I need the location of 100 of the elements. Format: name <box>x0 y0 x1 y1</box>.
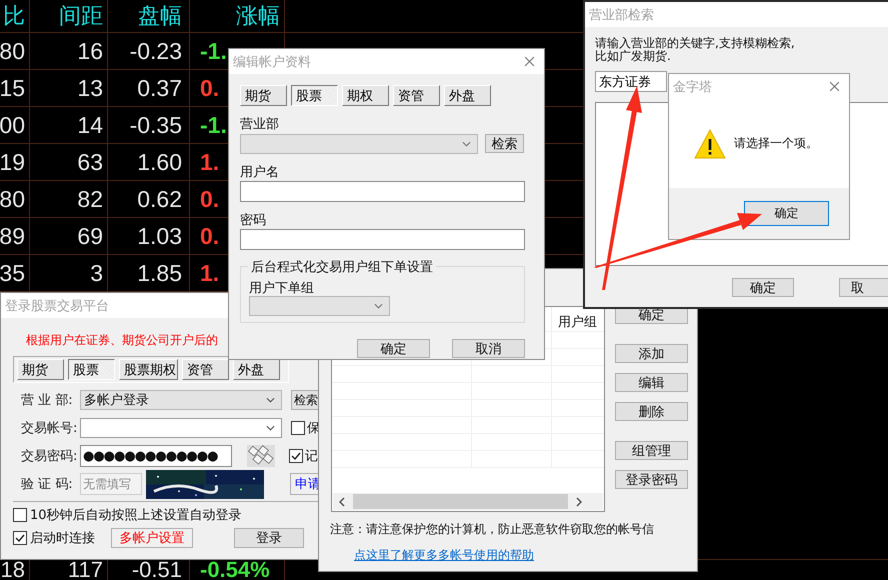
column-header: 涨幅 <box>190 0 285 32</box>
table-cell: 13 <box>30 70 108 106</box>
field-label: 用户下单组 <box>249 280 315 295</box>
field-label: 密码 <box>240 212 267 228</box>
table-cell: 1. <box>200 260 220 286</box>
field-label: 交易密码: <box>20 448 78 465</box>
table-cell: 0.62 <box>108 181 190 217</box>
group-title: 后台程式化交易用户组下单设置 <box>248 258 436 276</box>
horizontal-scrollbar[interactable] <box>333 493 603 510</box>
table-cell: 1.60 <box>108 144 190 180</box>
table-cell: 15 <box>0 70 30 106</box>
table-cell: 69 <box>30 218 108 254</box>
note-text: 注意：请注意保护您的计算机，防止恶意软件窃取您的帐号信 <box>329 521 655 538</box>
password-field[interactable] <box>240 229 525 250</box>
checkbox[interactable] <box>13 508 27 522</box>
action-button[interactable]: 添加 <box>615 344 688 363</box>
column-header: 比 <box>0 0 30 32</box>
tab[interactable]: 资管 <box>393 85 440 106</box>
notice-text: 根据用户在证券、期货公司开户后的 <box>25 332 219 348</box>
search-button[interactable]: 检索 <box>485 134 524 153</box>
action-button[interactable]: 登录密码 <box>615 470 688 489</box>
table-cell: 80 <box>0 33 30 69</box>
help-link[interactable]: 点这里了解更多多帐号使用的帮助 <box>354 547 534 564</box>
table-cell: -1. <box>200 38 227 64</box>
search-button[interactable]: 检索 <box>291 390 319 410</box>
login-button[interactable]: 登录 <box>234 528 304 548</box>
table-cell: 63 <box>30 144 108 180</box>
table-cell: -0.54% <box>200 560 270 580</box>
chevron-down-icon <box>266 425 275 431</box>
field-label: 营 业 部: <box>20 392 74 409</box>
checkbox-label: 记 <box>305 448 318 465</box>
checkbox-label: 启动时连接 <box>30 530 95 547</box>
table-cell: 19 <box>0 144 30 180</box>
table-cell: 0. <box>200 186 220 212</box>
instruction-text: 请输入营业部的关键字,支持模糊检索, 比如广发期货. <box>595 37 796 63</box>
window-title: 金字塔 <box>673 78 712 96</box>
field-label: 用户名 <box>240 164 280 180</box>
table-cell: 0.37 <box>108 70 190 106</box>
tab[interactable]: 资管 <box>182 359 229 380</box>
table-cell: -1. <box>200 112 227 138</box>
password-field[interactable]: ●●●●●●●●●●●●● <box>80 445 232 467</box>
checkbox[interactable] <box>291 421 305 435</box>
column-header: 用户组 <box>557 314 597 331</box>
action-button[interactable]: 删除 <box>615 402 688 421</box>
tab[interactable]: 期货 <box>240 85 287 106</box>
dialog-button[interactable]: 确定 <box>732 278 794 297</box>
action-button[interactable]: 编辑 <box>615 373 688 392</box>
tab[interactable]: 股票期权 <box>119 359 178 380</box>
table-cell: 1. <box>200 148 220 176</box>
table-cell: 82 <box>30 181 108 217</box>
chevron-down-icon <box>462 141 471 147</box>
scroll-right-icon[interactable] <box>576 496 582 506</box>
table-cell: 3 <box>30 255 108 291</box>
checkbox[interactable] <box>289 449 303 463</box>
column-header: 盘幅 <box>108 0 190 32</box>
table-cell: -0.23 <box>108 33 190 69</box>
table-cell: 1.03 <box>108 218 190 254</box>
table-cell: -0.35 <box>108 107 190 143</box>
account-dropdown[interactable] <box>80 418 282 438</box>
dialog-button[interactable]: 取 <box>839 278 888 297</box>
table-cell: 1.85 <box>108 255 190 291</box>
table-cell: 0. <box>200 222 220 250</box>
table-cell: 00 <box>0 107 30 143</box>
window-title: 登录股票交易平台 <box>5 298 109 314</box>
table-cell: 16 <box>30 33 108 69</box>
scroll-left-icon[interactable] <box>339 496 345 506</box>
message-text: 请选择一个项。 <box>734 135 818 152</box>
table-cell: 0. <box>200 74 220 102</box>
table-cell: 89 <box>0 218 30 254</box>
tab[interactable]: 股票 <box>291 85 338 106</box>
tab[interactable]: 期权 <box>342 85 389 106</box>
close-icon[interactable] <box>524 56 535 67</box>
window-title: 编辑帐户资料 <box>233 54 311 70</box>
ok-button[interactable]: 确定 <box>744 201 829 226</box>
action-button[interactable]: 组管理 <box>615 441 688 460</box>
checkbox-label: 10秒钟后自动按照上述设置自动登录 <box>30 507 242 524</box>
dialog-button[interactable]: 确定 <box>357 339 430 358</box>
checkbox-label: 保 <box>307 420 320 437</box>
tab[interactable]: 股票 <box>68 359 115 380</box>
field-label: 交易帐号: <box>20 420 78 437</box>
branch-dropdown[interactable]: 多帐户登录 <box>80 390 282 410</box>
dialog-button[interactable]: 取消 <box>452 339 525 358</box>
table-cell: 80 <box>0 181 30 217</box>
window-title: 营业部检索 <box>589 6 654 24</box>
chevron-down-icon <box>266 397 275 403</box>
username-field[interactable] <box>240 181 525 202</box>
warning-icon <box>694 128 726 158</box>
checkbox[interactable] <box>13 531 27 545</box>
field-label: 验 证 码: <box>20 476 74 493</box>
table-cell: 35 <box>0 255 30 291</box>
tab[interactable]: 期货 <box>17 359 64 380</box>
field-label: 营业部 <box>240 116 280 132</box>
tab[interactable]: 外盘 <box>233 359 280 380</box>
multi-account-button[interactable]: 多帐户设置 <box>111 528 193 548</box>
column-header: 间距 <box>30 0 108 32</box>
chevron-down-icon <box>374 303 383 309</box>
keyword-field[interactable]: 东方证券 <box>595 71 667 92</box>
tab[interactable]: 外盘 <box>444 85 491 106</box>
close-icon[interactable] <box>829 81 840 92</box>
table-cell: 14 <box>30 107 108 143</box>
